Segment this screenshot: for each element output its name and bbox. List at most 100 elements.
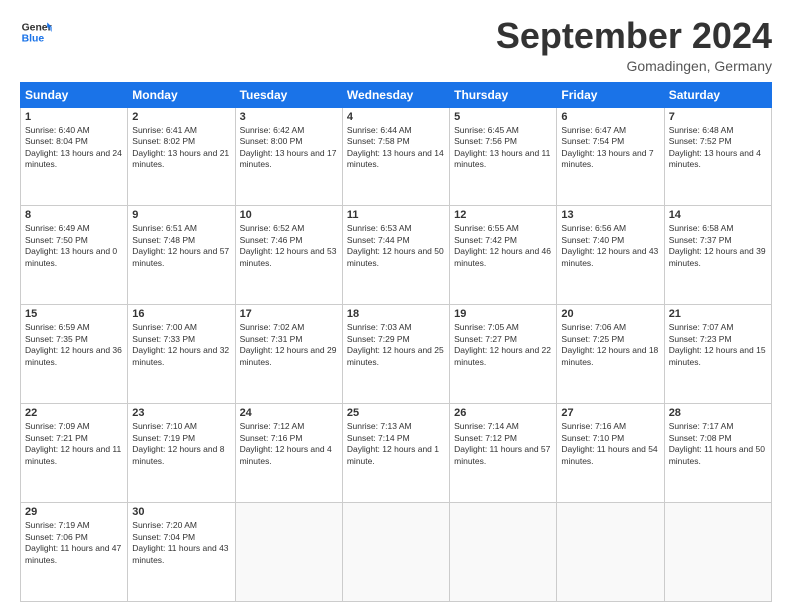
logo: General Blue bbox=[20, 16, 52, 48]
day-number: 1 bbox=[25, 111, 123, 123]
day-info: Sunrise: 7:02 AMSunset: 7:31 PMDaylight:… bbox=[240, 322, 338, 368]
day-info: Sunrise: 6:48 AMSunset: 7:52 PMDaylight:… bbox=[669, 125, 767, 171]
month-title: September 2024 bbox=[496, 16, 772, 56]
day-number: 2 bbox=[132, 111, 230, 123]
table-row: 13 Sunrise: 6:56 AMSunset: 7:40 PMDayligh… bbox=[557, 206, 664, 305]
table-row bbox=[557, 503, 664, 602]
page: General Blue September 2024 Gomadingen, … bbox=[0, 0, 792, 612]
day-number: 18 bbox=[347, 308, 445, 320]
day-info: Sunrise: 6:55 AMSunset: 7:42 PMDaylight:… bbox=[454, 223, 552, 269]
day-number: 10 bbox=[240, 209, 338, 221]
day-number: 11 bbox=[347, 209, 445, 221]
day-number: 14 bbox=[669, 209, 767, 221]
table-row: 21 Sunrise: 7:07 AMSunset: 7:23 PMDayligh… bbox=[664, 305, 771, 404]
table-row: 12 Sunrise: 6:55 AMSunset: 7:42 PMDayligh… bbox=[450, 206, 557, 305]
day-number: 23 bbox=[132, 407, 230, 419]
day-number: 5 bbox=[454, 111, 552, 123]
day-number: 26 bbox=[454, 407, 552, 419]
table-row: 16Sunrise: 7:00 AMSunset: 7:33 PMDayligh… bbox=[128, 305, 235, 404]
col-tuesday: Tuesday bbox=[235, 82, 342, 107]
day-info: Sunrise: 6:56 AMSunset: 7:40 PMDaylight:… bbox=[561, 223, 659, 269]
table-row: 30Sunrise: 7:20 AMSunset: 7:04 PMDayligh… bbox=[128, 503, 235, 602]
day-info: Sunrise: 6:45 AMSunset: 7:56 PMDaylight:… bbox=[454, 125, 552, 171]
day-number: 29 bbox=[25, 506, 123, 518]
day-info: Sunrise: 7:07 AMSunset: 7:23 PMDaylight:… bbox=[669, 322, 767, 368]
col-monday: Monday bbox=[128, 82, 235, 107]
table-row: 9 Sunrise: 6:51 AMSunset: 7:48 PMDaylight… bbox=[128, 206, 235, 305]
day-number: 4 bbox=[347, 111, 445, 123]
day-number: 21 bbox=[669, 308, 767, 320]
day-info: Sunrise: 6:40 AMSunset: 8:04 PMDaylight:… bbox=[25, 125, 123, 171]
day-info: Sunrise: 6:49 AMSunset: 7:50 PMDaylight:… bbox=[25, 223, 123, 269]
table-row bbox=[664, 503, 771, 602]
svg-text:Blue: Blue bbox=[22, 34, 45, 45]
day-info: Sunrise: 7:13 AMSunset: 7:14 PMDaylight:… bbox=[347, 421, 445, 467]
day-info: Sunrise: 7:16 AMSunset: 7:10 PMDaylight:… bbox=[561, 421, 659, 467]
table-row: 18 Sunrise: 7:03 AMSunset: 7:29 PMDayligh… bbox=[342, 305, 449, 404]
day-info: Sunrise: 7:06 AMSunset: 7:25 PMDaylight:… bbox=[561, 322, 659, 368]
day-info: Sunrise: 7:09 AMSunset: 7:21 PMDaylight:… bbox=[25, 421, 123, 467]
day-number: 13 bbox=[561, 209, 659, 221]
day-info: Sunrise: 7:03 AMSunset: 7:29 PMDaylight:… bbox=[347, 322, 445, 368]
day-info: Sunrise: 7:14 AMSunset: 7:12 PMDaylight:… bbox=[454, 421, 552, 467]
col-sunday: Sunday bbox=[21, 82, 128, 107]
location: Gomadingen, Germany bbox=[496, 58, 772, 74]
table-row: 3 Sunrise: 6:42 AMSunset: 8:00 PMDaylight… bbox=[235, 107, 342, 206]
col-thursday: Thursday bbox=[450, 82, 557, 107]
day-number: 8 bbox=[25, 209, 123, 221]
table-row: 26 Sunrise: 7:14 AMSunset: 7:12 PMDayligh… bbox=[450, 404, 557, 503]
day-info: Sunrise: 6:41 AMSunset: 8:02 PMDaylight:… bbox=[132, 125, 230, 171]
day-info: Sunrise: 7:19 AMSunset: 7:06 PMDaylight:… bbox=[25, 520, 123, 566]
day-number: 3 bbox=[240, 111, 338, 123]
day-number: 20 bbox=[561, 308, 659, 320]
table-row: 24Sunrise: 7:12 AMSunset: 7:16 PMDayligh… bbox=[235, 404, 342, 503]
table-row: 17 Sunrise: 7:02 AMSunset: 7:31 PMDayligh… bbox=[235, 305, 342, 404]
day-number: 9 bbox=[132, 209, 230, 221]
day-info: Sunrise: 6:51 AMSunset: 7:48 PMDaylight:… bbox=[132, 223, 230, 269]
table-row: 19 Sunrise: 7:05 AMSunset: 7:27 PMDayligh… bbox=[450, 305, 557, 404]
day-info: Sunrise: 6:44 AMSunset: 7:58 PMDaylight:… bbox=[347, 125, 445, 171]
day-number: 12 bbox=[454, 209, 552, 221]
day-info: Sunrise: 6:59 AMSunset: 7:35 PMDaylight:… bbox=[25, 322, 123, 368]
table-row: 11 Sunrise: 6:53 AMSunset: 7:44 PMDayligh… bbox=[342, 206, 449, 305]
day-number: 7 bbox=[669, 111, 767, 123]
calendar-header-row: Sunday Monday Tuesday Wednesday Thursday… bbox=[21, 82, 772, 107]
table-row bbox=[450, 503, 557, 602]
table-row: 27 Sunrise: 7:16 AMSunset: 7:10 PMDayligh… bbox=[557, 404, 664, 503]
day-number: 27 bbox=[561, 407, 659, 419]
day-info: Sunrise: 6:58 AMSunset: 7:37 PMDaylight:… bbox=[669, 223, 767, 269]
table-row: 7 Sunrise: 6:48 AMSunset: 7:52 PMDaylight… bbox=[664, 107, 771, 206]
table-row: 14 Sunrise: 6:58 AMSunset: 7:37 PMDayligh… bbox=[664, 206, 771, 305]
table-row: 6 Sunrise: 6:47 AMSunset: 7:54 PMDaylight… bbox=[557, 107, 664, 206]
table-row: 5 Sunrise: 6:45 AMSunset: 7:56 PMDaylight… bbox=[450, 107, 557, 206]
day-number: 19 bbox=[454, 308, 552, 320]
table-row bbox=[342, 503, 449, 602]
header: General Blue September 2024 Gomadingen, … bbox=[20, 16, 772, 74]
day-info: Sunrise: 6:53 AMSunset: 7:44 PMDaylight:… bbox=[347, 223, 445, 269]
day-info: Sunrise: 6:42 AMSunset: 8:00 PMDaylight:… bbox=[240, 125, 338, 171]
day-number: 17 bbox=[240, 308, 338, 320]
table-row bbox=[235, 503, 342, 602]
day-number: 28 bbox=[669, 407, 767, 419]
table-row: 20 Sunrise: 7:06 AMSunset: 7:25 PMDayligh… bbox=[557, 305, 664, 404]
table-row: 28Sunrise: 7:17 AMSunset: 7:08 PMDayligh… bbox=[664, 404, 771, 503]
day-info: Sunrise: 6:52 AMSunset: 7:46 PMDaylight:… bbox=[240, 223, 338, 269]
table-row: 8 Sunrise: 6:49 AMSunset: 7:50 PMDaylight… bbox=[21, 206, 128, 305]
day-info: Sunrise: 6:47 AMSunset: 7:54 PMDaylight:… bbox=[561, 125, 659, 171]
day-number: 25 bbox=[347, 407, 445, 419]
table-row: 23 Sunrise: 7:10 AMSunset: 7:19 PMDayligh… bbox=[128, 404, 235, 503]
calendar-table: Sunday Monday Tuesday Wednesday Thursday… bbox=[20, 82, 772, 602]
table-row: 29 Sunrise: 7:19 AMSunset: 7:06 PMDayligh… bbox=[21, 503, 128, 602]
day-info: Sunrise: 7:12 AMSunset: 7:16 PMDaylight:… bbox=[240, 421, 338, 467]
table-row: 2 Sunrise: 6:41 AMSunset: 8:02 PMDaylight… bbox=[128, 107, 235, 206]
day-number: 6 bbox=[561, 111, 659, 123]
day-info: Sunrise: 7:05 AMSunset: 7:27 PMDaylight:… bbox=[454, 322, 552, 368]
day-number: 30 bbox=[132, 506, 230, 518]
table-row: 10 Sunrise: 6:52 AMSunset: 7:46 PMDayligh… bbox=[235, 206, 342, 305]
table-row: 22Sunrise: 7:09 AMSunset: 7:21 PMDayligh… bbox=[21, 404, 128, 503]
col-saturday: Saturday bbox=[664, 82, 771, 107]
title-block: September 2024 Gomadingen, Germany bbox=[496, 16, 772, 74]
day-info: Sunrise: 7:10 AMSunset: 7:19 PMDaylight:… bbox=[132, 421, 230, 467]
general-blue-logo-icon: General Blue bbox=[20, 16, 52, 48]
col-wednesday: Wednesday bbox=[342, 82, 449, 107]
